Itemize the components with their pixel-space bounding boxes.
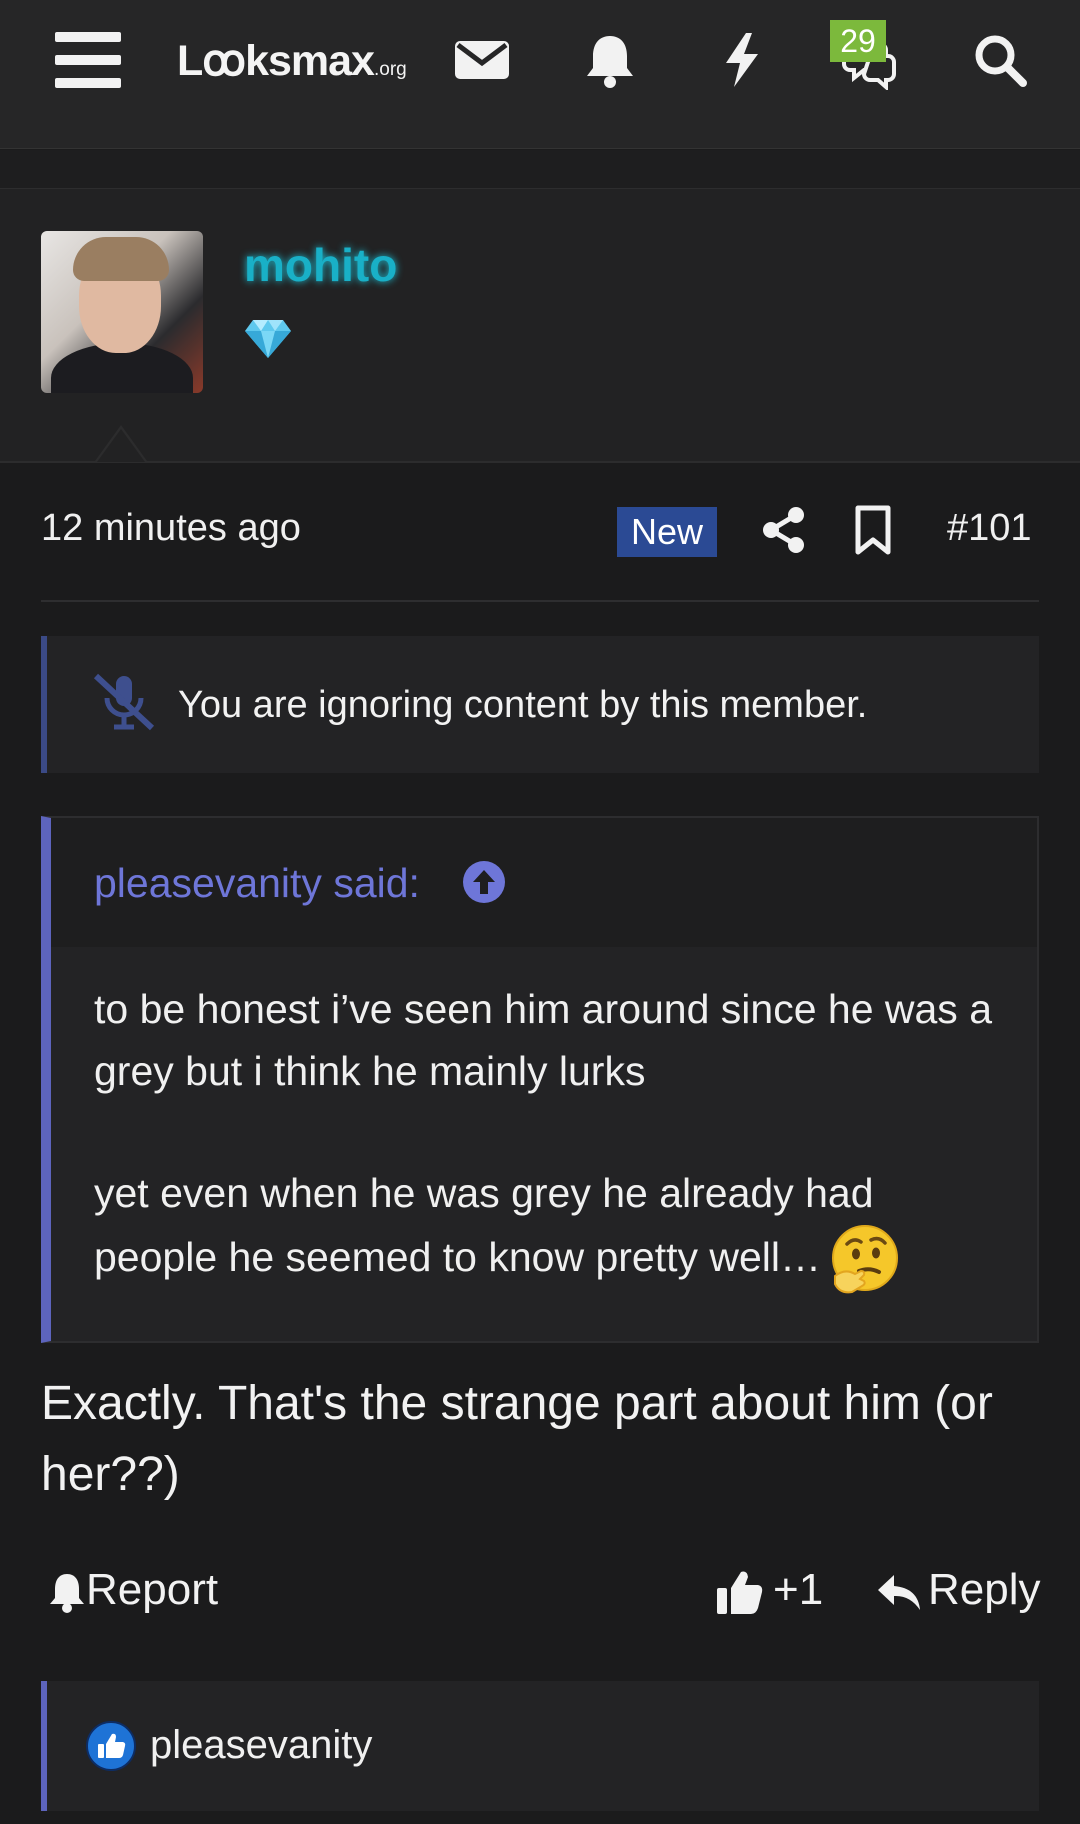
report-label: Report: [86, 1565, 219, 1614]
quote-author[interactable]: pleasevanity said:: [94, 860, 420, 907]
thinking-face-icon: [832, 1225, 899, 1294]
share-icon[interactable]: [760, 506, 808, 554]
nav-strip: [0, 150, 1080, 189]
search-icon[interactable]: [970, 30, 1030, 90]
diamond-icon: [245, 320, 291, 358]
envelope-icon[interactable]: [452, 30, 512, 90]
report-button[interactable]: Report: [48, 1565, 218, 1615]
logo-text: Lꝏksmax: [177, 37, 375, 85]
like-button[interactable]: +1: [715, 1565, 823, 1616]
post-timestamp[interactable]: 12 minutes ago: [41, 507, 301, 550]
quote-block: pleasevanity said: to be honest i’ve see…: [41, 816, 1039, 1343]
top-navigation-bar: Lꝏksmax.org 29: [0, 0, 1080, 155]
reaction-users[interactable]: pleasevanity: [150, 1723, 372, 1768]
report-bell-icon: [50, 1574, 84, 1614]
conversations-count-badge: 29: [830, 20, 886, 62]
like-count: +1: [773, 1565, 824, 1614]
bookmark-icon[interactable]: [853, 505, 893, 555]
username[interactable]: mohito: [244, 238, 397, 292]
meta-separator: [41, 600, 1039, 602]
site-logo[interactable]: Lꝏksmax.org: [177, 36, 407, 86]
reply-label: Reply: [928, 1565, 1041, 1614]
quote-header: pleasevanity said:: [51, 818, 1037, 947]
post-number-link[interactable]: #101: [947, 507, 1032, 550]
new-badge: New: [617, 507, 717, 557]
reactions-bar[interactable]: pleasevanity: [41, 1681, 1039, 1811]
jump-to-quote-icon[interactable]: [462, 860, 506, 904]
menu-icon[interactable]: [55, 32, 121, 88]
logo-suffix: .org: [373, 59, 407, 80]
ignored-content-text: You are ignoring content by this member.: [178, 684, 868, 726]
reply-button[interactable]: Reply: [876, 1565, 1041, 1615]
avatar[interactable]: [41, 231, 203, 393]
ignored-content-notice[interactable]: You are ignoring content by this member.: [41, 636, 1039, 773]
post-body-text: Exactly. That's the strange part about h…: [41, 1377, 993, 1501]
like-reaction-icon: [86, 1721, 136, 1771]
quote-paragraph-2: yet even when he was grey he already had…: [94, 1162, 994, 1296]
reply-arrow-icon: [878, 1575, 920, 1611]
microphone-slash-icon: [93, 673, 155, 731]
quote-paragraph-1: to be honest i’ve seen him around since …: [94, 986, 992, 1094]
bell-icon[interactable]: [580, 30, 640, 90]
thumbs-up-icon: [717, 1571, 763, 1615]
lightning-icon[interactable]: [712, 30, 772, 90]
avatar-hair: [73, 237, 169, 281]
quote-body: to be honest i’ve seen him around since …: [94, 978, 994, 1296]
user-header-pointer-inner: [97, 429, 145, 462]
quote-paragraph-2-text: yet even when he was grey he already had…: [94, 1170, 874, 1280]
